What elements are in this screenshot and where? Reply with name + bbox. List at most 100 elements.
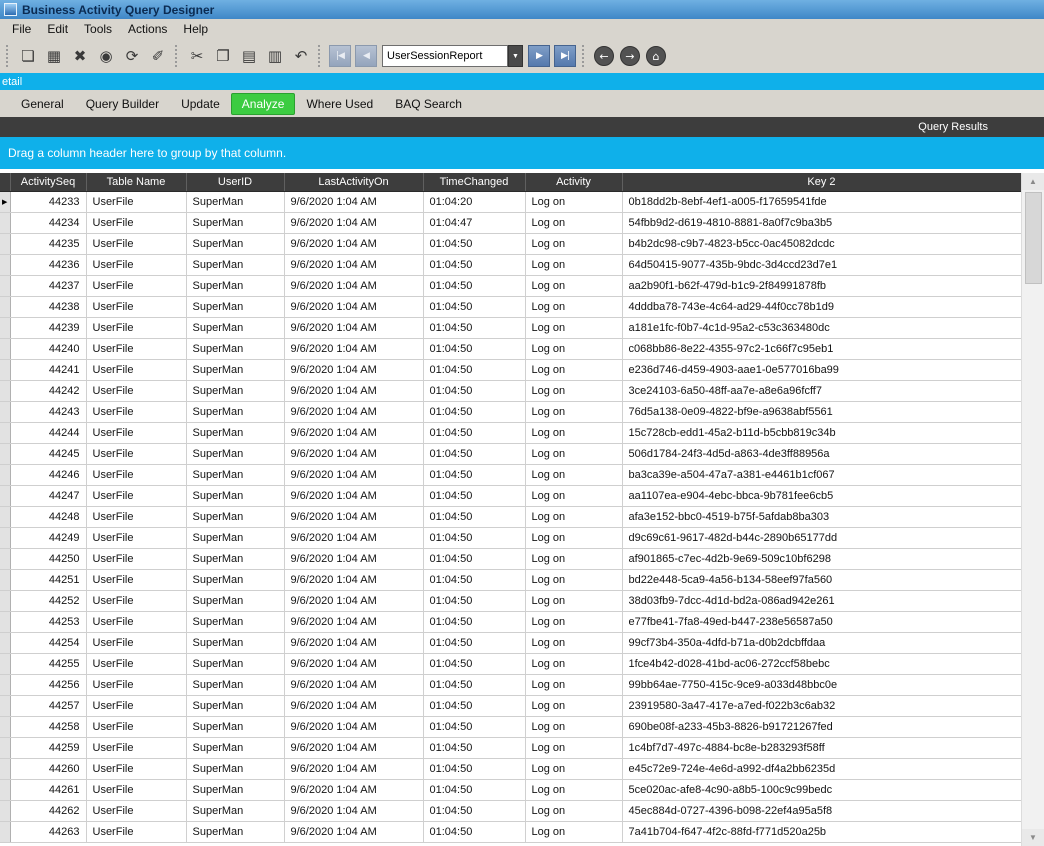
last-record-button[interactable]: ▶| [554,45,576,67]
cell-key-2[interactable]: 64d50415-9077-435b-9bdc-3d4ccd23d7e1 [622,254,1021,275]
cell-key-2[interactable]: e77fbe41-7fa8-49ed-b447-238e56587a50 [622,611,1021,632]
cell-lastactivityon[interactable]: 9/6/2020 1:04 AM [284,317,423,338]
cell-table-name[interactable]: UserFile [86,695,186,716]
cell-key-2[interactable]: 38d03fb9-7dcc-4d1d-bd2a-086ad942e261 [622,590,1021,611]
cell-key-2[interactable]: e236d746-d459-4903-aae1-0e577016ba99 [622,359,1021,380]
cell-activityseq[interactable]: 44254 [10,632,86,653]
cell-activity[interactable]: Log on [525,779,622,800]
cell-userid[interactable]: SuperMan [186,464,284,485]
cell-timechanged[interactable]: 01:04:20 [423,191,525,212]
cell-lastactivityon[interactable]: 9/6/2020 1:04 AM [284,254,423,275]
cell-activity[interactable]: Log on [525,191,622,212]
cell-lastactivityon[interactable]: 9/6/2020 1:04 AM [284,212,423,233]
row-selector[interactable] [0,632,10,653]
cell-timechanged[interactable]: 01:04:50 [423,275,525,296]
cell-lastactivityon[interactable]: 9/6/2020 1:04 AM [284,359,423,380]
cell-key-2[interactable]: afa3e152-bbc0-4519-b75f-5afdab8ba303 [622,506,1021,527]
cell-lastactivityon[interactable]: 9/6/2020 1:04 AM [284,275,423,296]
cell-activity[interactable]: Log on [525,359,622,380]
cell-userid[interactable]: SuperMan [186,359,284,380]
table-row[interactable]: 44242UserFileSuperMan9/6/2020 1:04 AM01:… [0,380,1021,401]
cell-activityseq[interactable]: 44249 [10,527,86,548]
refresh-button[interactable]: ⟳ [119,43,145,69]
cell-lastactivityon[interactable]: 9/6/2020 1:04 AM [284,422,423,443]
cell-activity[interactable]: Log on [525,569,622,590]
table-row[interactable]: 44236UserFileSuperMan9/6/2020 1:04 AM01:… [0,254,1021,275]
table-row[interactable]: 44259UserFileSuperMan9/6/2020 1:04 AM01:… [0,737,1021,758]
cell-table-name[interactable]: UserFile [86,359,186,380]
cell-userid[interactable]: SuperMan [186,401,284,422]
cell-userid[interactable]: SuperMan [186,653,284,674]
row-selector[interactable] [0,653,10,674]
table-row[interactable]: 44237UserFileSuperMan9/6/2020 1:04 AM01:… [0,275,1021,296]
cell-activity[interactable]: Log on [525,674,622,695]
cell-activity[interactable]: Log on [525,485,622,506]
cell-userid[interactable]: SuperMan [186,569,284,590]
cell-activityseq[interactable]: 44237 [10,275,86,296]
tab-query-builder[interactable]: Query Builder [75,93,170,115]
row-selector[interactable] [0,674,10,695]
cell-table-name[interactable]: UserFile [86,611,186,632]
cell-key-2[interactable]: 5ce020ac-afe8-4c90-a8b5-100c9c99bedc [622,779,1021,800]
cell-userid[interactable]: SuperMan [186,296,284,317]
cell-table-name[interactable]: UserFile [86,380,186,401]
cell-key-2[interactable]: 0b18dd2b-8ebf-4ef1-a005-f17659541fde [622,191,1021,212]
new-button[interactable]: ❏ [15,43,41,69]
cell-table-name[interactable]: UserFile [86,569,186,590]
cell-lastactivityon[interactable]: 9/6/2020 1:04 AM [284,821,423,842]
row-selector[interactable] [0,443,10,464]
table-row[interactable]: 44261UserFileSuperMan9/6/2020 1:04 AM01:… [0,779,1021,800]
cell-timechanged[interactable]: 01:04:50 [423,506,525,527]
row-selector[interactable] [0,317,10,338]
cell-activityseq[interactable]: 44248 [10,506,86,527]
cell-lastactivityon[interactable]: 9/6/2020 1:04 AM [284,548,423,569]
table-row[interactable]: 44258UserFileSuperMan9/6/2020 1:04 AM01:… [0,716,1021,737]
cell-table-name[interactable]: UserFile [86,254,186,275]
delete-button[interactable]: ✖ [67,43,93,69]
cell-activity[interactable]: Log on [525,338,622,359]
cell-key-2[interactable]: 23919580-3a47-417e-a7ed-f022b3c6ab32 [622,695,1021,716]
query-name-input[interactable] [382,45,508,67]
table-row[interactable]: 44260UserFileSuperMan9/6/2020 1:04 AM01:… [0,758,1021,779]
table-row[interactable]: 44243UserFileSuperMan9/6/2020 1:04 AM01:… [0,401,1021,422]
row-selector[interactable] [0,779,10,800]
cell-key-2[interactable]: 99cf73b4-350a-4dfd-b71a-d0b2dcbffdaa [622,632,1021,653]
menu-help[interactable]: Help [175,20,216,38]
vertical-scrollbar[interactable]: ▲ ▼ [1021,173,1044,846]
cell-userid[interactable]: SuperMan [186,779,284,800]
cell-activityseq[interactable]: 44257 [10,695,86,716]
cell-timechanged[interactable]: 01:04:50 [423,716,525,737]
cell-key-2[interactable]: d9c69c61-9617-482d-b44c-2890b65177dd [622,527,1021,548]
cell-activityseq[interactable]: 44235 [10,233,86,254]
cell-table-name[interactable]: UserFile [86,275,186,296]
cell-key-2[interactable]: 1c4bf7d7-497c-4884-bc8e-b283293f58ff [622,737,1021,758]
cell-activityseq[interactable]: 44239 [10,317,86,338]
cell-userid[interactable]: SuperMan [186,737,284,758]
cell-activityseq[interactable]: 44260 [10,758,86,779]
cell-key-2[interactable]: 15c728cb-edd1-45a2-b11d-b5cbb819c34b [622,422,1021,443]
cell-timechanged[interactable]: 01:04:50 [423,296,525,317]
cell-table-name[interactable]: UserFile [86,338,186,359]
row-selector[interactable] [0,800,10,821]
cell-activity[interactable]: Log on [525,254,622,275]
tab-baq-search[interactable]: BAQ Search [384,93,473,115]
column-header-key-2[interactable]: Key 2 [622,173,1021,191]
tab-analyze[interactable]: Analyze [231,93,296,115]
menu-file[interactable]: File [4,20,39,38]
scroll-up-icon[interactable]: ▲ [1022,173,1044,190]
cell-lastactivityon[interactable]: 9/6/2020 1:04 AM [284,401,423,422]
cell-key-2[interactable]: 4dddba78-743e-4c64-ad29-44f0cc78b1d9 [622,296,1021,317]
cell-activityseq[interactable]: 44252 [10,590,86,611]
cell-timechanged[interactable]: 01:04:50 [423,464,525,485]
cell-lastactivityon[interactable]: 9/6/2020 1:04 AM [284,443,423,464]
cell-activityseq[interactable]: 44246 [10,464,86,485]
cell-timechanged[interactable]: 01:04:50 [423,611,525,632]
row-selector[interactable] [0,212,10,233]
cell-table-name[interactable]: UserFile [86,653,186,674]
cell-table-name[interactable]: UserFile [86,737,186,758]
cell-activity[interactable]: Log on [525,821,622,842]
cell-activity[interactable]: Log on [525,233,622,254]
cell-lastactivityon[interactable]: 9/6/2020 1:04 AM [284,569,423,590]
cell-userid[interactable]: SuperMan [186,611,284,632]
cell-timechanged[interactable]: 01:04:50 [423,548,525,569]
